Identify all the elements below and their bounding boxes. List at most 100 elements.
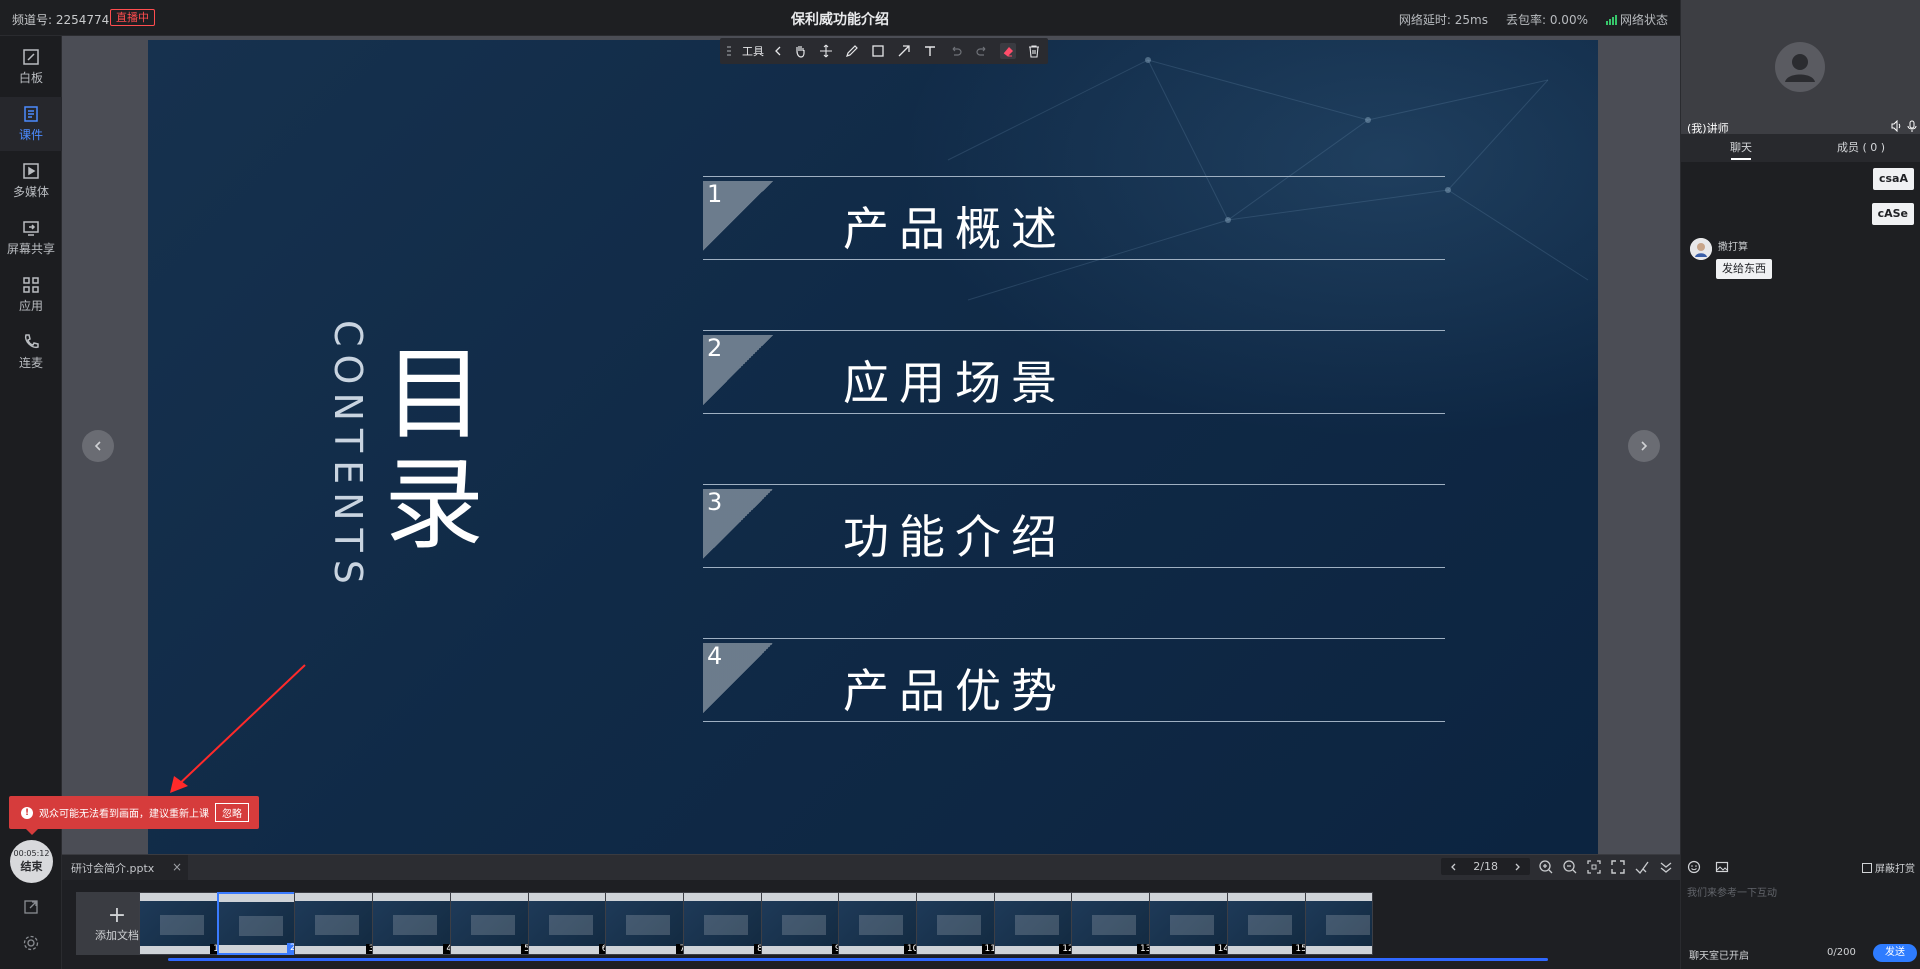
top-bar: 频道号: 2254774 直播中 保利威功能介绍 网络延时: 25ms 丢包率:…: [0, 0, 1680, 36]
settings-gear-icon[interactable]: [22, 934, 40, 952]
collapse-double-chevron-icon[interactable]: [1658, 859, 1674, 875]
slide-thumbnail[interactable]: 14: [1149, 892, 1234, 955]
checkbox[interactable]: [1862, 862, 1872, 873]
close-tab-icon[interactable]: ×: [172, 860, 182, 874]
image-icon[interactable]: [1715, 860, 1729, 874]
toc-item: 2 应用场景: [703, 330, 1445, 414]
thumb-bar: [295, 893, 378, 901]
toc-item: 1 产品概述: [703, 176, 1445, 260]
thumb-content: [1325, 915, 1370, 935]
slide-thumbnail[interactable]: 8: [682, 892, 767, 955]
toc-number: 1: [707, 180, 723, 208]
pen-tool-icon[interactable]: [844, 43, 860, 59]
undo-icon[interactable]: [948, 43, 964, 59]
prev-page-icon[interactable]: [1449, 862, 1459, 872]
sidebar-item-apps[interactable]: 应用: [0, 268, 62, 322]
next-slide-button[interactable]: [1628, 430, 1660, 462]
end-label: 结束: [20, 860, 43, 873]
collapse-toolbar-icon[interactable]: [774, 43, 782, 59]
trash-icon[interactable]: [1026, 43, 1042, 59]
move-tool-icon[interactable]: [818, 43, 834, 59]
redo-icon[interactable]: [974, 43, 990, 59]
tab-members[interactable]: 成员 ( 0 ): [1801, 134, 1920, 162]
packet-loss-text: 丢包率: 0.00%: [1506, 13, 1588, 27]
teacher-video: (我)讲师: [1681, 0, 1920, 135]
slide-thumbnail[interactable]: 15: [1226, 892, 1311, 955]
microphone-icon[interactable]: [1907, 120, 1917, 132]
page-controls: 2/18: [1441, 858, 1674, 875]
send-button[interactable]: 发送: [1873, 944, 1917, 962]
sidebar-item-call[interactable]: 连麦: [0, 325, 62, 379]
slide-thumbnail[interactable]: 6: [527, 892, 612, 955]
popout-icon[interactable]: [22, 898, 40, 916]
slide-thumbnail[interactable]: 12: [993, 892, 1078, 955]
speaker-icon[interactable]: [1891, 120, 1903, 132]
chat-tabs: 聊天 成员 ( 0 ): [1681, 134, 1920, 162]
slide-thumbnail[interactable]: 5: [449, 892, 534, 955]
drag-handle-icon[interactable]: [726, 43, 732, 59]
prev-slide-button[interactable]: [82, 430, 114, 462]
slide-thumbnail[interactable]: 11: [916, 892, 1000, 955]
thumb-bar: [761, 893, 844, 901]
sidebar-item-label: 课件: [18, 128, 43, 142]
chat-input[interactable]: 我们来参考一下互动: [1687, 884, 1915, 924]
thumb-content: [393, 915, 438, 935]
sidebar-item-label: 屏幕共享: [6, 242, 55, 256]
rectangle-tool-icon[interactable]: [870, 43, 886, 59]
thumbnail-scrollbar[interactable]: [168, 958, 1548, 961]
thumb-bar: [1305, 946, 1372, 954]
thumb-content: [781, 915, 826, 935]
thumb-content: [1014, 915, 1059, 935]
tab-chat[interactable]: 聊天: [1681, 134, 1801, 162]
eraser-tool-icon[interactable]: [1000, 43, 1016, 59]
thumb-bar: [1072, 893, 1155, 901]
thumb-bar: [528, 893, 611, 901]
document-tab[interactable]: 研讨会简介.pptx ×: [62, 855, 188, 881]
sidebar-item-media[interactable]: 多媒体: [0, 154, 62, 208]
chat-message-self: cASe: [1871, 203, 1914, 225]
thumb-bar: [917, 893, 999, 901]
slide-thumbnail[interactable]: 7: [605, 892, 690, 955]
edit-mode-icon[interactable]: [1634, 859, 1650, 875]
whiteboard-toolbar: 工具: [720, 38, 1048, 64]
thumb-content: [703, 915, 748, 935]
warning-icon: !: [21, 806, 33, 819]
hand-tool-icon[interactable]: [792, 43, 808, 59]
toolbar-label: 工具: [742, 45, 764, 58]
arrow-tool-icon[interactable]: [896, 43, 912, 59]
end-class-button[interactable]: 00:05:12 结束: [10, 840, 53, 883]
slide-thumbnail[interactable]: 2: [216, 892, 301, 955]
text-tool-icon[interactable]: [922, 43, 938, 59]
courseware-icon: [24, 106, 38, 122]
next-page-icon[interactable]: [1512, 862, 1522, 872]
network-status[interactable]: 网络状态: [1605, 11, 1668, 28]
class-timer: 00:05:12: [13, 849, 50, 858]
chat-message: 发给东西: [1716, 259, 1772, 279]
slide-thumbnail[interactable]: 3: [294, 892, 379, 955]
fit-screen-icon[interactable]: [1586, 859, 1602, 875]
thumb-bar: [450, 893, 533, 901]
toc-number: 4: [707, 642, 723, 670]
slide-thumbnail[interactable]: 13: [1071, 892, 1156, 955]
thumb-bar: [683, 893, 766, 901]
fullscreen-icon[interactable]: [1610, 859, 1626, 875]
page-indicator: 2/18: [1473, 860, 1498, 873]
chat-footer: 聊天室已开启 0/200 发送: [1681, 942, 1920, 964]
sidebar-item-screen-share[interactable]: 屏幕共享: [0, 211, 62, 265]
slide-thumbnail[interactable]: [1304, 892, 1373, 955]
ignore-button[interactable]: 忽略: [215, 803, 249, 822]
thumb-content: [1092, 915, 1137, 935]
emoji-icon[interactable]: [1687, 860, 1701, 874]
sidebar-item-courseware[interactable]: 课件: [0, 97, 62, 151]
block-reward-toggle[interactable]: 屏蔽打赏: [1862, 860, 1915, 875]
thumb-content: [470, 915, 515, 935]
slide-thumbnail[interactable]: 10: [838, 892, 923, 955]
zoom-out-icon[interactable]: [1562, 859, 1578, 875]
slide-thumbnail[interactable]: 4: [372, 892, 457, 955]
zoom-in-icon[interactable]: [1538, 859, 1554, 875]
user-avatar-icon: [1775, 42, 1825, 92]
slide-thumbnail[interactable]: 1: [139, 892, 223, 955]
sidebar-item-whiteboard[interactable]: 白板: [0, 40, 62, 94]
slide-thumbnail[interactable]: 9: [760, 892, 845, 955]
toc-number: 2: [707, 334, 723, 362]
